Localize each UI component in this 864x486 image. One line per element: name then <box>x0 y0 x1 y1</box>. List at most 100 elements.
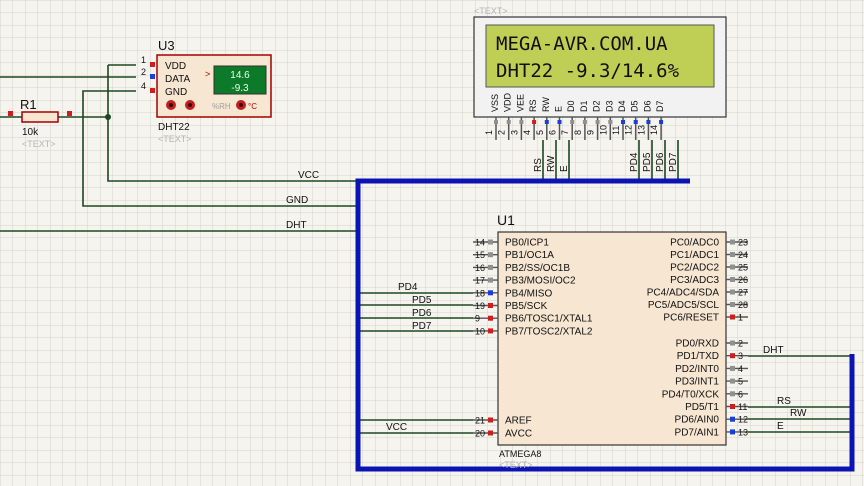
net-label-vcc: VCC <box>298 170 319 181</box>
resistor-value: 10k <box>22 127 39 138</box>
pin-marker <box>544 120 549 124</box>
pin-marker <box>730 239 735 245</box>
mcu-pin-number: 2 <box>738 339 743 349</box>
wire-label-e: E <box>777 421 784 432</box>
mcu-pin-name: PB7/TOSC2/XTAL2 <box>505 326 593 337</box>
pin-marker <box>67 111 72 116</box>
mcu-pin-number: 27 <box>738 288 748 298</box>
lcd-wire-label: PD4 <box>629 152 640 172</box>
lcd-pin-number: 13 <box>636 125 646 135</box>
lcd-pin-number: 4 <box>522 130 532 135</box>
lcd-pin-name: VDD <box>503 92 513 112</box>
net-label-dht: DHT <box>286 220 307 231</box>
mcu-pin-name: PC2/ADC2 <box>670 263 719 274</box>
pin-marker <box>659 120 664 124</box>
mcu-pin-name: PC5/ADC5/SCL <box>648 300 720 311</box>
lcd-pin-number: 5 <box>535 130 545 135</box>
mcu-pin-name: PD7/AIN1 <box>675 427 720 438</box>
lcd-pin-name: D5 <box>630 100 640 112</box>
wire-label-rs: RS <box>777 396 791 407</box>
lcd-pin-name: VSS <box>490 94 500 112</box>
lcd-pin-number: 6 <box>548 130 558 135</box>
mcu-pin-name: PB3/MOSI/OC2 <box>505 276 576 287</box>
mcu-pin-number: 28 <box>738 300 748 310</box>
lcd-pin-number: 7 <box>560 130 570 135</box>
button-center <box>188 103 192 107</box>
pin-marker <box>150 74 155 79</box>
mcu-pin-number: 13 <box>738 427 748 437</box>
pin-marker <box>488 290 493 296</box>
lcd-pin-number: 9 <box>586 130 596 135</box>
lcd-pin-name: RW <box>541 97 551 112</box>
lcd-pin-name: D7 <box>655 100 665 112</box>
mcu-part: ATMEGA8 <box>499 449 541 459</box>
pin-marker <box>150 88 155 93</box>
pin-marker <box>730 365 735 371</box>
mcu-pin-name: AREF <box>505 416 532 427</box>
sensor-pin-vdd: VDD <box>165 61 186 72</box>
lcd-pin-name: D3 <box>604 100 614 112</box>
pin-marker <box>506 120 511 124</box>
pin-marker <box>730 289 735 295</box>
pin-marker <box>488 328 493 334</box>
resistor-text-placeholder: <TEXT> <box>22 139 56 149</box>
pin-marker <box>730 302 735 307</box>
lcd-pin-name: VEE <box>515 94 525 112</box>
wire-label-vcc: VCC <box>386 422 407 433</box>
sensor-pin-gnd: GND <box>165 87 187 98</box>
lcd-pin-number: 3 <box>509 130 519 135</box>
mcu-atmega8[interactable]: U1 14 PB0/ICP115 PB1/OC1A16 PB2/SS/OC1B17 PB… <box>473 212 748 470</box>
sensor-pin-num: 2 <box>141 67 146 77</box>
pin-marker <box>730 252 735 257</box>
pin-marker <box>488 252 493 258</box>
lcd-pin-number: 8 <box>573 130 583 135</box>
lcd-pin-number: 11 <box>611 126 621 135</box>
mcu-pin-number: 12 <box>738 415 748 425</box>
sensor-unit-c: °C <box>248 102 257 111</box>
mcu-pin-number: 20 <box>475 429 485 439</box>
lcd-wire-label: PD7 <box>668 152 679 172</box>
sensor-ref: U3 <box>158 38 175 53</box>
mcu-pin-number: 19 <box>475 301 485 311</box>
mcu-pin-number: 16 <box>475 263 485 273</box>
lcd-pin-name: D6 <box>642 100 652 112</box>
button-center <box>169 103 173 107</box>
lcd-pin-number: 14 <box>649 125 659 135</box>
wire-label-pd4: PD4 <box>398 282 418 293</box>
mcu-pin-number: 24 <box>738 250 748 260</box>
mcu-pin-number: 3 <box>738 351 743 361</box>
mcu-pin-name: PD3/INT1 <box>675 377 719 388</box>
mcu-pin-name: PB6/TOSC1/XTAL1 <box>505 314 593 325</box>
mcu-pin-name: PD6/AIN0 <box>675 415 720 426</box>
lcd-pin-name: D4 <box>617 100 627 112</box>
resistor-body <box>21 111 59 123</box>
mcu-pin-name: PD1/TXD <box>677 351 719 362</box>
sensor-pin-num: 4 <box>141 81 146 91</box>
resistor-ref: R1 <box>20 97 37 112</box>
pin-marker <box>8 111 13 116</box>
pin-marker <box>532 120 537 124</box>
net-label-gnd: GND <box>286 195 308 206</box>
mcu-text-placeholder: <TEXT> <box>499 460 533 470</box>
lcd-wire-label: PD6 <box>655 152 666 172</box>
mcu-pin-number: 25 <box>738 263 748 273</box>
mcu-pin-number: 4 <box>738 364 743 374</box>
pin-marker <box>488 315 493 321</box>
mcu-pin-name: PD5/T1 <box>685 402 719 413</box>
pin-marker <box>730 404 735 409</box>
schematic-canvas[interactable]: VCC GND DHT PD4 PD5 PD6 PD7 VCC DHT RS R… <box>0 0 864 486</box>
lcd-pin-name: E <box>554 106 564 112</box>
mcu-pin-name: PD4/T0/XCK <box>662 389 720 400</box>
lcd-wire-label: PD5 <box>642 152 653 172</box>
sensor-humidity-value: 14.6 <box>230 70 250 81</box>
mcu-pin-name: PC6/RESET <box>663 313 719 324</box>
pin-marker <box>608 120 613 124</box>
sensor-pin-num: 1 <box>141 55 146 65</box>
pin-marker <box>488 264 493 270</box>
pin-marker <box>519 120 524 124</box>
sensor-text-placeholder: <TEXT> <box>158 134 192 144</box>
mcu-pin-number: 14 <box>475 238 485 248</box>
mcu-pin-name: PC4/ADC4/SDA <box>647 288 720 299</box>
pin-marker <box>570 120 575 124</box>
sensor-part: DHT22 <box>158 122 190 133</box>
